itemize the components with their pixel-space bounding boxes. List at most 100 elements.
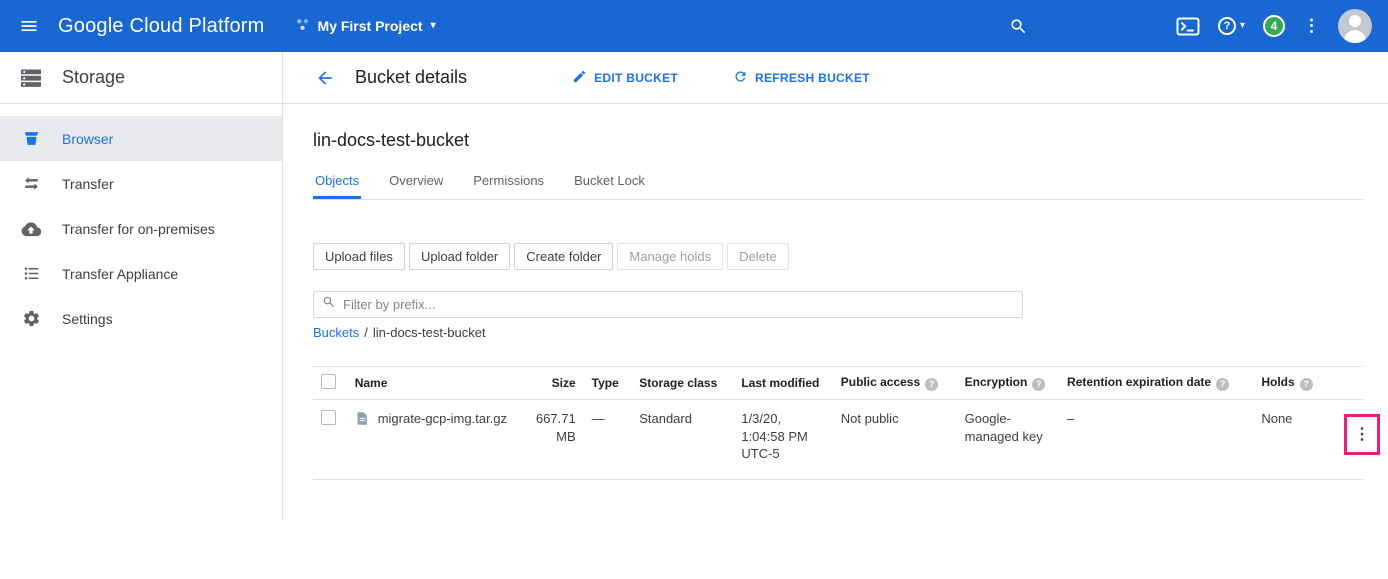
object-holds: None <box>1253 400 1320 480</box>
back-arrow-icon[interactable] <box>315 68 335 88</box>
object-retention: – <box>1059 400 1253 480</box>
refresh-bucket-button[interactable]: REFRESH BUCKET <box>733 69 870 87</box>
sidebar-item-transfer-on-premises[interactable]: Transfer for on-premises <box>0 206 282 251</box>
manage-holds-button: Manage holds <box>617 243 723 270</box>
transfer-arrows-icon <box>0 174 62 193</box>
help-icon[interactable]: ? <box>925 378 938 391</box>
sidebar-item-browser[interactable]: Browser <box>0 116 282 161</box>
table-header-row: Name Size Type Storage class Last modifi… <box>313 367 1363 400</box>
tab-permissions[interactable]: Permissions <box>471 165 546 199</box>
col-retention-label: Retention expiration date <box>1067 375 1211 389</box>
search-icon[interactable] <box>1009 17 1028 36</box>
create-folder-button[interactable]: Create folder <box>514 243 613 270</box>
file-icon <box>355 410 370 432</box>
cloud-upload-icon <box>0 219 62 239</box>
annotation-highlight: ⋮ <box>1344 414 1380 455</box>
bucket-icon <box>0 129 62 148</box>
col-type: Type <box>584 367 632 400</box>
main-header: Bucket details EDIT BUCKET REFRESH BUCKE… <box>283 52 1388 104</box>
bucket-name: lin-docs-test-bucket <box>313 130 1363 151</box>
help-icon[interactable]: ? <box>1032 378 1045 391</box>
col-holds: Holds? <box>1253 367 1320 400</box>
col-public-access: Public access? <box>833 367 957 400</box>
objects-table: Name Size Type Storage class Last modifi… <box>313 366 1363 480</box>
main-pane: Bucket details EDIT BUCKET REFRESH BUCKE… <box>283 52 1388 579</box>
sidebar-item-label: Settings <box>62 311 113 327</box>
sidebar-item-settings[interactable]: Settings <box>0 296 282 341</box>
col-public-access-label: Public access <box>841 375 920 389</box>
project-name: My First Project <box>318 18 423 34</box>
col-name: Name <box>347 367 528 400</box>
cloud-shell-icon[interactable] <box>1176 17 1200 36</box>
row-menu-icon[interactable]: ⋮ <box>1354 424 1370 446</box>
sidebar-item-label: Transfer <box>62 176 114 192</box>
help-menu[interactable]: ? ▾ <box>1218 17 1245 35</box>
chevron-down-icon: ▾ <box>431 21 436 31</box>
object-encryption: Google-managed key <box>957 400 1059 480</box>
breadcrumb-buckets-link[interactable]: Buckets <box>313 325 359 340</box>
upload-files-button[interactable]: Upload files <box>313 243 405 270</box>
sidebar-header: Storage <box>0 52 282 104</box>
breadcrumb-current: lin-docs-test-bucket <box>373 325 486 340</box>
notifications-badge[interactable]: 4 <box>1263 15 1285 37</box>
help-icon[interactable]: ? <box>1300 378 1313 391</box>
object-actions: Upload files Upload folder Create folder… <box>313 243 1363 270</box>
appliance-list-icon <box>0 264 62 283</box>
more-options-icon[interactable]: ⋮ <box>1303 16 1320 36</box>
col-storage-class: Storage class <box>631 367 733 400</box>
page-title: Bucket details <box>355 67 467 88</box>
help-icon[interactable]: ? <box>1216 378 1229 391</box>
app-shell: Storage Browser Transfer Transfer for on… <box>0 52 1388 579</box>
edit-bucket-label: EDIT BUCKET <box>594 71 678 85</box>
row-checkbox[interactable] <box>321 410 336 425</box>
manage-holds-label: Manage holds <box>629 249 711 264</box>
refresh-bucket-label: REFRESH BUCKET <box>755 71 870 85</box>
object-type: — <box>584 400 632 480</box>
gear-icon <box>0 309 62 328</box>
chevron-down-icon: ▾ <box>1240 21 1245 31</box>
sidebar-item-label: Transfer for on-premises <box>62 221 215 237</box>
edit-bucket-button[interactable]: EDIT BUCKET <box>572 69 678 87</box>
sidebar-item-label: Transfer Appliance <box>62 266 178 282</box>
col-last-modified: Last modified <box>733 367 832 400</box>
object-name[interactable]: migrate-gcp-img.tar.gz <box>378 410 507 428</box>
help-icon: ? <box>1218 17 1236 35</box>
col-encryption-label: Encryption <box>965 375 1028 389</box>
topbar-right-cluster: ? ▾ 4 ⋮ <box>1009 9 1372 43</box>
pencil-icon <box>572 69 587 87</box>
breadcrumb: Buckets / lin-docs-test-bucket <box>313 325 1363 340</box>
sidebar: Storage Browser Transfer Transfer for on… <box>0 52 283 520</box>
sidebar-title: Storage <box>62 67 125 88</box>
tab-bucket-lock[interactable]: Bucket Lock <box>572 165 647 199</box>
sidebar-item-transfer[interactable]: Transfer <box>0 161 282 206</box>
col-encryption: Encryption? <box>957 367 1059 400</box>
filter-prefix-input[interactable] <box>343 297 1014 312</box>
refresh-icon <box>733 69 748 87</box>
object-size: 667.71 MB <box>528 400 584 480</box>
avatar[interactable] <box>1338 9 1372 43</box>
delete-label: Delete <box>739 249 777 264</box>
col-size: Size <box>528 367 584 400</box>
bucket-content: lin-docs-test-bucket Objects Overview Pe… <box>283 104 1388 480</box>
sidebar-item-transfer-appliance[interactable]: Transfer Appliance <box>0 251 282 296</box>
search-icon <box>322 295 336 314</box>
table-row: migrate-gcp-img.tar.gz 667.71 MB — Stand… <box>313 400 1363 480</box>
tab-objects[interactable]: Objects <box>313 165 361 199</box>
filter-box <box>313 291 1023 318</box>
bucket-tabs: Objects Overview Permissions Bucket Lock <box>313 165 1363 200</box>
storage-product-icon <box>0 66 62 90</box>
delete-button: Delete <box>727 243 789 270</box>
breadcrumb-separator: / <box>364 325 368 340</box>
object-last-modified: 1/3/20, 1:04:58 PM UTC-5 <box>733 400 832 480</box>
create-folder-label: Create folder <box>526 249 601 264</box>
menu-icon[interactable] <box>0 16 58 36</box>
upload-folder-label: Upload folder <box>421 249 498 264</box>
col-retention: Retention expiration date? <box>1059 367 1253 400</box>
sidebar-item-label: Browser <box>62 131 113 147</box>
col-holds-label: Holds <box>1261 375 1294 389</box>
tab-overview[interactable]: Overview <box>387 165 445 199</box>
project-selector[interactable]: My First Project ▾ <box>295 17 436 35</box>
upload-folder-button[interactable]: Upload folder <box>409 243 510 270</box>
select-all-checkbox[interactable] <box>321 374 336 389</box>
object-public-access: Not public <box>833 400 957 480</box>
